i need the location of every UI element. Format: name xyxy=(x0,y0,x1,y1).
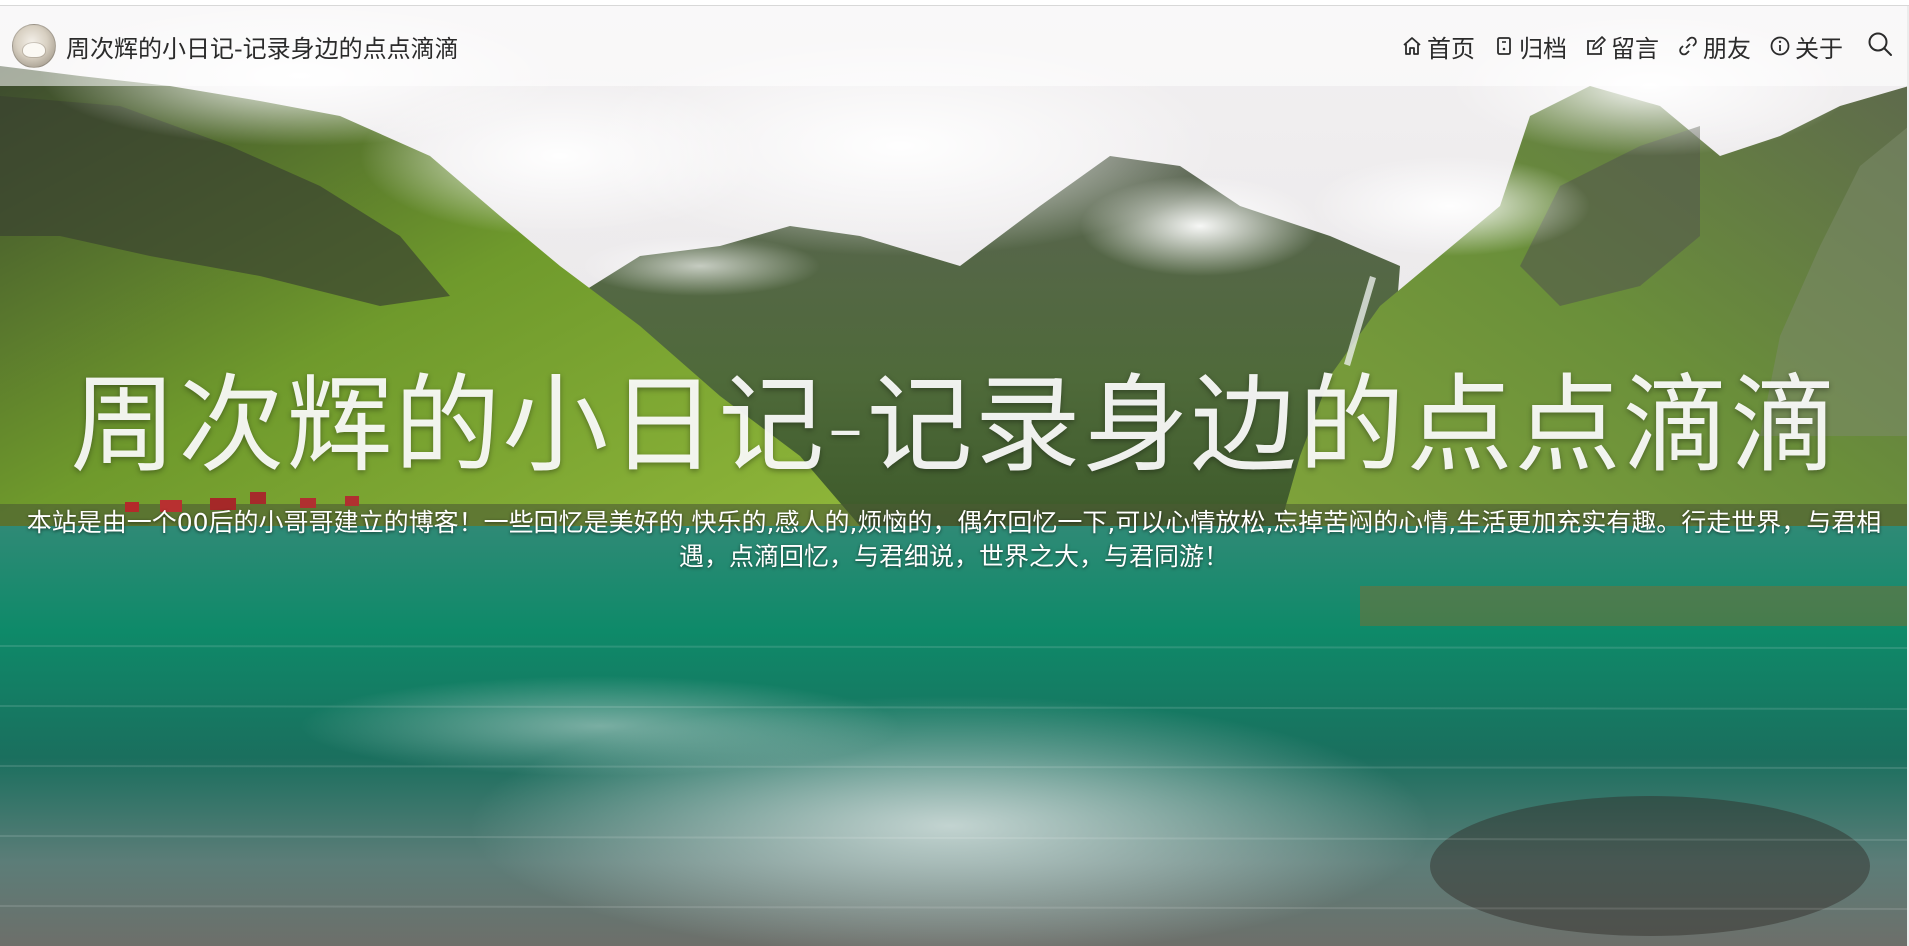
link-icon xyxy=(1677,35,1699,57)
search-button[interactable] xyxy=(1865,31,1895,61)
hero-description: 本站是由一个00后的小哥哥建立的博客！一些回忆是美好的,快乐的,感人的,烦恼的，… xyxy=(26,508,1882,571)
nav-item-archive[interactable]: 归档 xyxy=(1493,29,1567,64)
hero-title: 周次辉的小日记-记录身边的点点滴滴 xyxy=(70,364,1839,487)
info-icon xyxy=(1769,35,1791,57)
avatar[interactable] xyxy=(12,24,56,68)
page: 周次辉的小日记-记录身边的点点滴滴 首页 归档 留言 朋友 关于 周次辉的小日记… xyxy=(0,0,1909,946)
nav-item-friends[interactable]: 朋友 xyxy=(1677,29,1751,64)
header-navbar: 周次辉的小日记-记录身边的点点滴滴 首页 归档 留言 朋友 关于 xyxy=(0,6,1909,86)
edit-icon xyxy=(1585,35,1607,57)
nav-item-label: 朋友 xyxy=(1703,34,1751,63)
search-icon xyxy=(1866,30,1894,62)
nav-item-about[interactable]: 关于 xyxy=(1769,29,1843,64)
archive-icon xyxy=(1493,35,1515,57)
nav-item-label: 留言 xyxy=(1611,34,1659,63)
site-title[interactable]: 周次辉的小日记-记录身边的点点滴滴 xyxy=(66,29,459,64)
nav-item-home[interactable]: 首页 xyxy=(1401,29,1475,64)
nav-item-label: 首页 xyxy=(1427,34,1475,63)
home-icon xyxy=(1401,35,1423,57)
nav-item-label: 关于 xyxy=(1795,34,1843,63)
nav-menu: 首页 归档 留言 朋友 关于 xyxy=(1383,6,1895,86)
site-brand[interactable]: 周次辉的小日记-记录身边的点点滴滴 xyxy=(12,6,459,86)
nav-item-label: 归档 xyxy=(1519,34,1567,63)
nav-item-guestbook[interactable]: 留言 xyxy=(1585,29,1659,64)
